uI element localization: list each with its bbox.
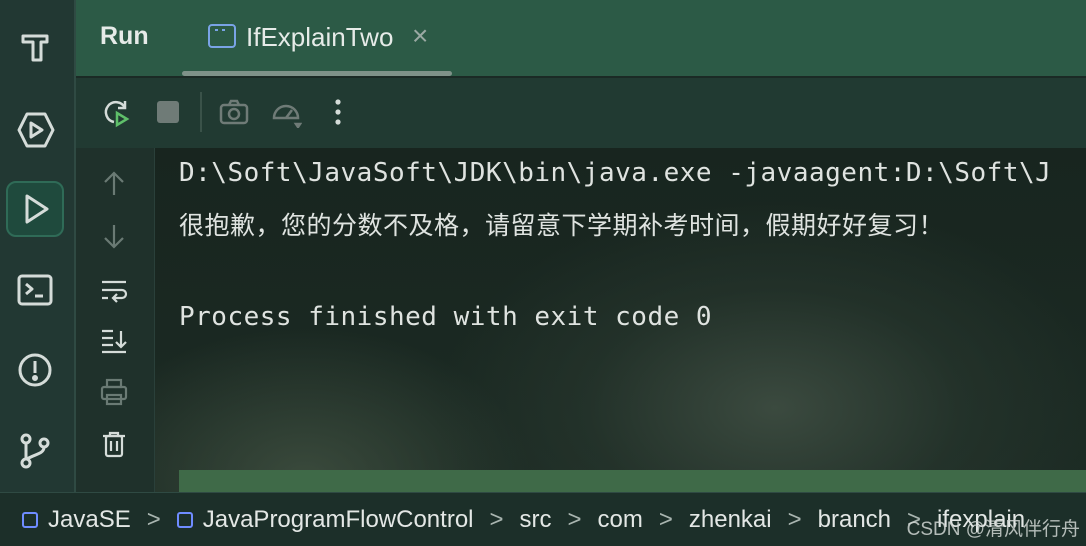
console-line-output: 很抱歉，您的分数不及格，请留意下学期补考时间，假期好好复习！ — [179, 211, 945, 240]
active-tab-indicator — [182, 71, 452, 76]
breadcrumb-zhenkai[interactable]: zhenkai — [689, 506, 772, 534]
more-icon[interactable] — [320, 94, 356, 130]
scroll-to-end-icon[interactable] — [96, 322, 132, 358]
chevron-right-icon: > — [787, 505, 802, 533]
breadcrumb-src[interactable]: src — [520, 506, 552, 534]
build-hammer-icon[interactable] — [6, 20, 64, 76]
stop-icon[interactable] — [150, 94, 186, 130]
tool-window-bar — [0, 0, 76, 492]
console-line-exit: Process finished with exit code 0 — [179, 302, 713, 332]
module-icon — [22, 511, 38, 528]
chevron-right-icon: > — [658, 505, 673, 533]
print-icon[interactable] — [96, 374, 132, 410]
breadcrumb-module-javaprogramflowcontrol[interactable]: JavaProgramFlowControl — [176, 506, 474, 534]
console-window-icon — [208, 24, 236, 48]
breadcrumb-branch[interactable]: branch — [818, 506, 891, 534]
profiler-icon[interactable] — [268, 94, 304, 130]
console-side-toolbar — [76, 148, 155, 492]
down-arrow-icon[interactable] — [96, 218, 132, 254]
git-branch-icon[interactable] — [6, 422, 64, 478]
rerun-icon[interactable] — [98, 94, 134, 130]
close-icon[interactable]: × — [412, 20, 428, 52]
console-output[interactable]: D:\Soft\JavaSoft\JDK\bin\java.exe -javaa… — [155, 148, 1086, 492]
tab-label: IfExplainTwo — [246, 22, 394, 52]
chevron-right-icon: > — [489, 505, 504, 533]
tool-window-title: Run — [100, 22, 149, 50]
run-icon[interactable] — [6, 181, 64, 237]
breadcrumb-com[interactable]: com — [598, 506, 643, 534]
module-icon — [176, 511, 193, 528]
chevron-right-icon: > — [146, 505, 161, 533]
terminal-icon[interactable] — [6, 262, 64, 318]
run-toolbar — [76, 78, 1086, 148]
up-arrow-icon[interactable] — [96, 166, 132, 202]
breadcrumb-module-javase[interactable]: JavaSE — [22, 506, 131, 534]
console-line-command: D:\Soft\JavaSoft\JDK\bin\java.exe -javaa… — [179, 158, 1052, 188]
problems-icon[interactable] — [6, 342, 64, 398]
console-horizontal-scrollbar[interactable] — [179, 470, 1086, 492]
chevron-right-icon: > — [567, 505, 582, 533]
services-icon[interactable] — [6, 102, 64, 158]
watermark: CSDN @清风伴行舟 — [906, 519, 1080, 540]
run-tool-window-header: Run IfExplainTwo × — [76, 0, 1086, 76]
screenshot-icon[interactable] — [216, 94, 252, 130]
toolbar-separator — [200, 92, 202, 132]
tab-ifexplaintwo[interactable]: IfExplainTwo × — [182, 0, 452, 76]
trash-icon[interactable] — [96, 426, 132, 462]
soft-wrap-icon[interactable] — [96, 272, 132, 308]
